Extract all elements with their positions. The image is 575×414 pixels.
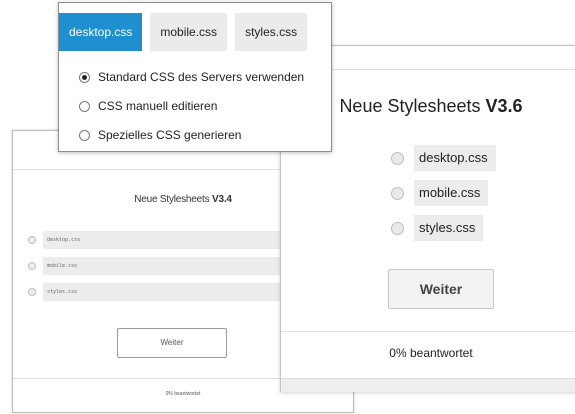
tab-desktop-css[interactable]: desktop.css bbox=[59, 13, 143, 51]
card-footer-bar bbox=[281, 378, 575, 392]
option-label: Standard CSS des Servers verwenden bbox=[98, 70, 305, 84]
option-use-server-css[interactable]: Standard CSS des Servers verwenden bbox=[79, 66, 304, 88]
radio-button[interactable] bbox=[79, 129, 90, 141]
tab-mobile-css[interactable]: mobile.css bbox=[150, 13, 228, 51]
radio-button[interactable] bbox=[391, 221, 404, 235]
option-desktop-css[interactable]: desktop.css bbox=[391, 145, 496, 171]
option-mobile-css[interactable]: mobile.css bbox=[391, 180, 489, 206]
radio-button[interactable] bbox=[28, 262, 36, 270]
next-button[interactable]: Weiter bbox=[117, 328, 227, 358]
option-label: mobile.css bbox=[414, 180, 489, 206]
survey-version: V3.4 bbox=[211, 194, 232, 205]
css-options-popup: desktop.css mobile.css styles.css Standa… bbox=[58, 2, 332, 152]
footer-divider bbox=[281, 331, 575, 332]
option-styles-css[interactable]: styles.css bbox=[391, 215, 484, 241]
radio-button[interactable] bbox=[28, 288, 36, 296]
radio-button[interactable] bbox=[28, 236, 36, 244]
option-label: desktop.css bbox=[414, 145, 496, 171]
option-label: Spezielles CSS generieren bbox=[98, 128, 242, 142]
option-generate-special-css[interactable]: Spezielles CSS generieren bbox=[79, 124, 241, 146]
radio-button[interactable] bbox=[391, 186, 404, 200]
next-button[interactable]: Weiter bbox=[388, 269, 494, 309]
progress-text: 0% beantwortet bbox=[389, 346, 473, 360]
css-file-tabs: desktop.css mobile.css styles.css bbox=[59, 13, 315, 51]
option-label: CSS manuell editieren bbox=[98, 99, 218, 113]
option-edit-css-manually[interactable]: CSS manuell editieren bbox=[79, 95, 217, 117]
survey-version: V3.6 bbox=[485, 96, 523, 116]
radio-button[interactable] bbox=[391, 151, 404, 165]
option-label: styles.css bbox=[414, 215, 484, 241]
radio-button-selected[interactable] bbox=[79, 71, 90, 83]
radio-button[interactable] bbox=[79, 100, 90, 112]
tab-styles-css[interactable]: styles.css bbox=[235, 13, 308, 51]
